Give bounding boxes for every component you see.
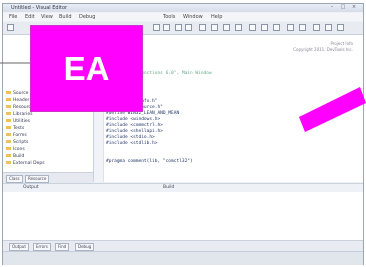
tree-item[interactable]: Build — [6, 154, 24, 159]
toolbar-button-icon[interactable] — [211, 24, 218, 31]
menu-window[interactable]: Window — [183, 14, 203, 20]
tree-item[interactable]: Forms — [6, 133, 27, 138]
folder-icon — [6, 119, 11, 122]
toolbar-button-icon[interactable] — [153, 24, 160, 31]
tree-item[interactable]: Libraries — [6, 112, 32, 117]
tree-item[interactable]: Icons — [6, 147, 25, 152]
folder-icon — [6, 91, 11, 94]
menu-tools[interactable]: Tools — [163, 14, 175, 20]
tab-find[interactable]: Find — [55, 243, 70, 251]
tab-resource[interactable]: Resource — [25, 175, 50, 183]
toolbar-button-icon[interactable] — [249, 24, 256, 31]
code-line: #pragma comment(lib, "comctl32") — [106, 159, 193, 164]
tab-errors[interactable]: Errors — [33, 243, 51, 251]
window-title: Untitled - Visual Editor — [11, 5, 68, 11]
menu-bar: File Edit View Build Debug Tools Window … — [3, 13, 363, 21]
output-panel-subtitle: Build — [163, 185, 175, 190]
folder-icon — [6, 147, 11, 150]
tree-item[interactable]: Tests — [6, 126, 24, 131]
toolbar-button-icon[interactable] — [235, 24, 242, 31]
folder-icon — [6, 98, 11, 101]
tree-item[interactable]: Scripts — [6, 140, 28, 145]
toolbar-button-icon[interactable] — [325, 24, 332, 31]
code-line: #include <commctrl.h> — [106, 123, 163, 128]
folder-icon — [6, 154, 11, 157]
menu-debug[interactable]: Debug — [79, 14, 95, 20]
header-note: Project Info Copyright 2011, DevTools In… — [293, 41, 353, 52]
code-line: #include <stdlib.h> — [106, 141, 158, 146]
toolbar-button-icon[interactable] — [261, 24, 268, 31]
output-panel-title: Output — [23, 185, 39, 190]
tree-item[interactable]: External Deps — [6, 161, 45, 166]
folder-icon — [6, 112, 11, 115]
folder-icon — [6, 133, 11, 136]
toolbar-button-icon[interactable] — [337, 24, 344, 31]
output-tabs: Output Errors Find Debug — [3, 240, 363, 251]
toolbar-button-icon[interactable] — [273, 24, 280, 31]
toolbar-button-icon[interactable] — [313, 24, 320, 31]
title-bar[interactable]: Untitled - Visual Editor – □ × — [3, 4, 363, 12]
tree-item[interactable]: Utilities — [6, 119, 30, 124]
menu-view[interactable]: View — [41, 14, 53, 20]
status-bar — [3, 251, 363, 265]
toolbar-button-icon[interactable] — [163, 24, 170, 31]
toolbar-button-icon[interactable] — [199, 24, 206, 31]
tab-class[interactable]: Class — [6, 175, 23, 183]
code-line: #include <stdio.h> — [106, 135, 155, 140]
menu-file[interactable]: File — [9, 14, 17, 20]
code-line: #include <windows.h> — [106, 117, 161, 122]
folder-icon — [6, 126, 11, 129]
maximize-icon[interactable]: □ — [340, 5, 346, 10]
menu-edit[interactable]: Edit — [25, 14, 35, 20]
menu-build[interactable]: Build — [59, 14, 72, 20]
close-icon[interactable]: × — [351, 5, 357, 10]
code-line: #include <shellapi.h> — [106, 129, 163, 134]
toolbar-button-icon[interactable] — [185, 24, 192, 31]
toolbar-button-icon[interactable] — [223, 24, 230, 31]
tab-output[interactable]: Output — [9, 243, 29, 251]
folder-icon — [6, 140, 11, 143]
minimize-icon[interactable]: – — [329, 5, 335, 10]
tree-panel-tabs: Class Resource — [3, 172, 93, 183]
folder-icon — [6, 105, 11, 108]
toolbar-button-icon[interactable] — [175, 24, 182, 31]
toolbar-button-icon[interactable] — [287, 24, 294, 31]
toolbar-button-icon[interactable] — [299, 24, 306, 31]
ea-badge: EA — [30, 25, 143, 112]
menu-help[interactable]: Help — [211, 14, 222, 20]
toolbar-button-icon[interactable] — [7, 24, 14, 31]
folder-icon — [6, 161, 11, 164]
tab-debug[interactable]: Debug — [75, 243, 95, 251]
